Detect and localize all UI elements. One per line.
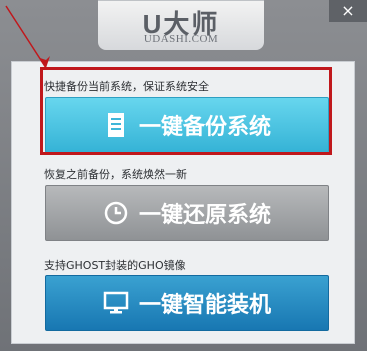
app-window: U大师 UDASHI.COM × 快捷备份当前系统，保证系统安全 一键备份系统 … — [0, 0, 367, 351]
install-description: 支持GHOST封装的GHO镜像 — [44, 259, 186, 272]
site-url: UDASHI.COM — [143, 33, 219, 45]
annotation-arrow — [5, 5, 50, 69]
header-logo-tab: U大师 UDASHI.COM — [98, 0, 264, 50]
clock-icon — [103, 200, 129, 226]
monitor-icon — [103, 290, 129, 316]
restore-description: 恢复之前备份，系统焕然一新 — [44, 168, 187, 181]
restore-system-label: 一键还原系统 — [138, 203, 271, 228]
highlight-box — [40, 67, 332, 155]
restore-system-button[interactable]: 一键还原系统 — [45, 185, 329, 241]
smart-install-button[interactable]: 一键智能装机 — [45, 275, 329, 331]
smart-install-label: 一键智能装机 — [138, 293, 271, 318]
close-button[interactable]: × — [329, 0, 367, 22]
